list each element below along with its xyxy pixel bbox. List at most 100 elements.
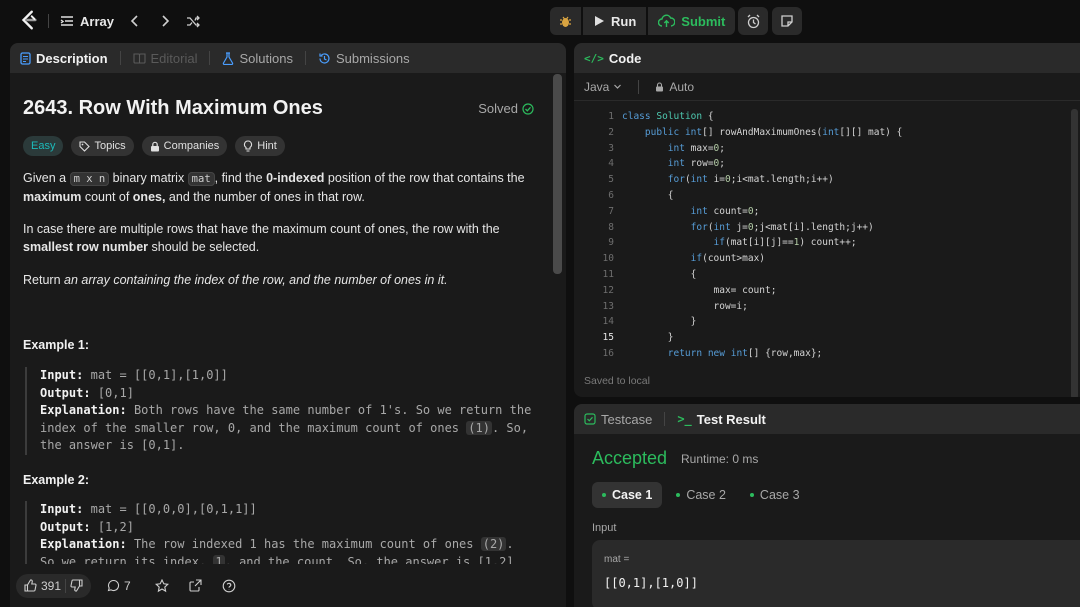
code-scrollbar[interactable] (1071, 109, 1078, 397)
example-input-line: Input: mat = [[0,1],[1,0]] (40, 367, 535, 385)
saved-status: Saved to local (584, 375, 650, 387)
pass-dot-icon (749, 493, 754, 497)
tab-description[interactable]: Description (20, 51, 108, 66)
case-label: Case 2 (686, 488, 726, 502)
description-tabs: Description Editorial Solutions Submissi… (10, 43, 566, 73)
auto-mode-toggle[interactable]: Auto (655, 80, 694, 94)
problem-statement-p1: Given a m x n binary matrix mat, find th… (23, 169, 533, 206)
auto-label: Auto (669, 79, 695, 94)
tab-description-label: Description (36, 50, 108, 66)
bold-text: smallest row number (23, 240, 149, 254)
problem-statement-p3: Return an array containing the index of … (23, 271, 533, 289)
value: [1,2] (97, 519, 134, 534)
code-line: class Solution { (622, 111, 714, 122)
case-tab-2[interactable]: Case 2 (666, 482, 736, 508)
code-line: int count=0; (690, 205, 760, 217)
alarm-clock-icon (747, 14, 759, 28)
line-number: 14 (602, 316, 614, 328)
next-problem-button[interactable] (154, 10, 176, 32)
prev-problem-button[interactable] (124, 10, 146, 32)
timer-button[interactable] (738, 7, 768, 35)
companies-chip[interactable]: Companies (141, 136, 228, 156)
value: mat = [[0,0,0],[0,1,1]] (90, 502, 257, 516)
bold-text: maximum (23, 190, 82, 204)
problem-title: 2643. Row With Maximum Ones (23, 97, 323, 119)
problem-list-button[interactable]: Array (60, 10, 114, 32)
tab-test-result[interactable]: >_ Test Result (677, 412, 766, 427)
bold-text: ones, (132, 190, 166, 204)
case-tab-1[interactable]: Case 1 (592, 482, 663, 508)
checkbox-icon (584, 413, 596, 425)
tab-solutions-label: Solutions (239, 50, 293, 66)
code-line: int row=0; (667, 158, 726, 170)
line-number: 10 (602, 253, 614, 265)
code-editor[interactable]: class Solution { public int[] rowAndMaxi… (622, 109, 1072, 362)
tab-submissions[interactable]: Submissions (318, 51, 410, 66)
example-1-block: Input: mat = [[0,1],[1,0]] Output: [0,1]… (25, 367, 535, 455)
tab-testcase[interactable]: Testcase (584, 412, 652, 427)
code-brackets-icon: </> (584, 51, 604, 65)
line-number: 8 (608, 221, 614, 233)
leetcode-logo-icon[interactable] (18, 9, 40, 31)
divider (119, 51, 121, 65)
history-icon (319, 52, 330, 64)
code-line: max= count; (622, 284, 777, 296)
code-line: int max=0; (667, 142, 726, 154)
code-header: </> Code (574, 43, 1080, 73)
submit-button[interactable]: Submit (648, 7, 736, 35)
problem-list-label: Array (80, 13, 114, 29)
runtime-text: Runtime: 0 ms (681, 452, 759, 466)
solved-label: Solved (478, 101, 518, 116)
random-problem-button[interactable] (182, 10, 204, 32)
line-number: 5 (608, 174, 614, 186)
thumbs-down-icon[interactable] (70, 579, 83, 592)
text: count of (81, 190, 133, 204)
thumbs-up-icon[interactable] (24, 579, 37, 592)
label: Explanation: (40, 403, 127, 417)
hint-label: Hint (257, 140, 277, 152)
label: Output: (40, 385, 91, 400)
value: [0,1] (97, 385, 134, 400)
companies-label: Companies (163, 140, 220, 152)
topics-chip[interactable]: Topics (71, 136, 134, 156)
tab-editorial-label: Editorial (150, 50, 198, 66)
help-icon[interactable] (222, 579, 236, 593)
check-circle-icon (522, 102, 534, 115)
line-number: 12 (602, 284, 614, 296)
code-line: row=i; (622, 300, 748, 312)
language-select[interactable]: Java (584, 80, 622, 94)
language-label: Java (584, 79, 610, 94)
description-content: 2643. Row With Maximum Ones Solved Easy … (10, 73, 562, 607)
description-scrollbar[interactable] (553, 74, 562, 274)
tab-code[interactable]: </> Code (584, 51, 641, 66)
notes-button[interactable] (772, 7, 802, 35)
line-number: 3 (608, 142, 614, 154)
line-number: 6 (608, 189, 614, 201)
star-icon[interactable] (154, 578, 169, 593)
label: Input: (40, 368, 84, 382)
share-icon[interactable] (189, 579, 202, 592)
example-input-line: Input: mat = [[0,0,0],[0,1,1]] (40, 501, 535, 519)
debug-button[interactable] (550, 7, 581, 35)
cloud-upload-icon (658, 14, 676, 27)
terminal-icon: >_ (677, 412, 692, 426)
comments-button[interactable]: 7 (99, 574, 139, 598)
line-number: 9 (608, 237, 614, 249)
description-panel: Description Editorial Solutions Submissi… (10, 43, 566, 607)
tab-solutions[interactable]: Solutions (222, 50, 293, 66)
tab-editorial[interactable]: Editorial (132, 50, 198, 66)
text: , find the (214, 171, 267, 185)
hint-chip[interactable]: Hint (235, 136, 285, 156)
problem-tags: Easy Topics Companies Hint (23, 136, 285, 156)
tag-icon (79, 140, 91, 152)
case-tab-3[interactable]: Case 3 (740, 482, 810, 508)
document-icon (20, 51, 31, 65)
input-heading: Input (592, 522, 617, 534)
divider (664, 412, 666, 426)
inline-code: m x n (69, 172, 110, 186)
difficulty-badge: Easy (23, 136, 64, 156)
line-number: 16 (602, 347, 614, 359)
lock-icon (150, 141, 159, 151)
run-button[interactable]: Run (583, 7, 647, 35)
submit-label: Submit (681, 13, 726, 29)
